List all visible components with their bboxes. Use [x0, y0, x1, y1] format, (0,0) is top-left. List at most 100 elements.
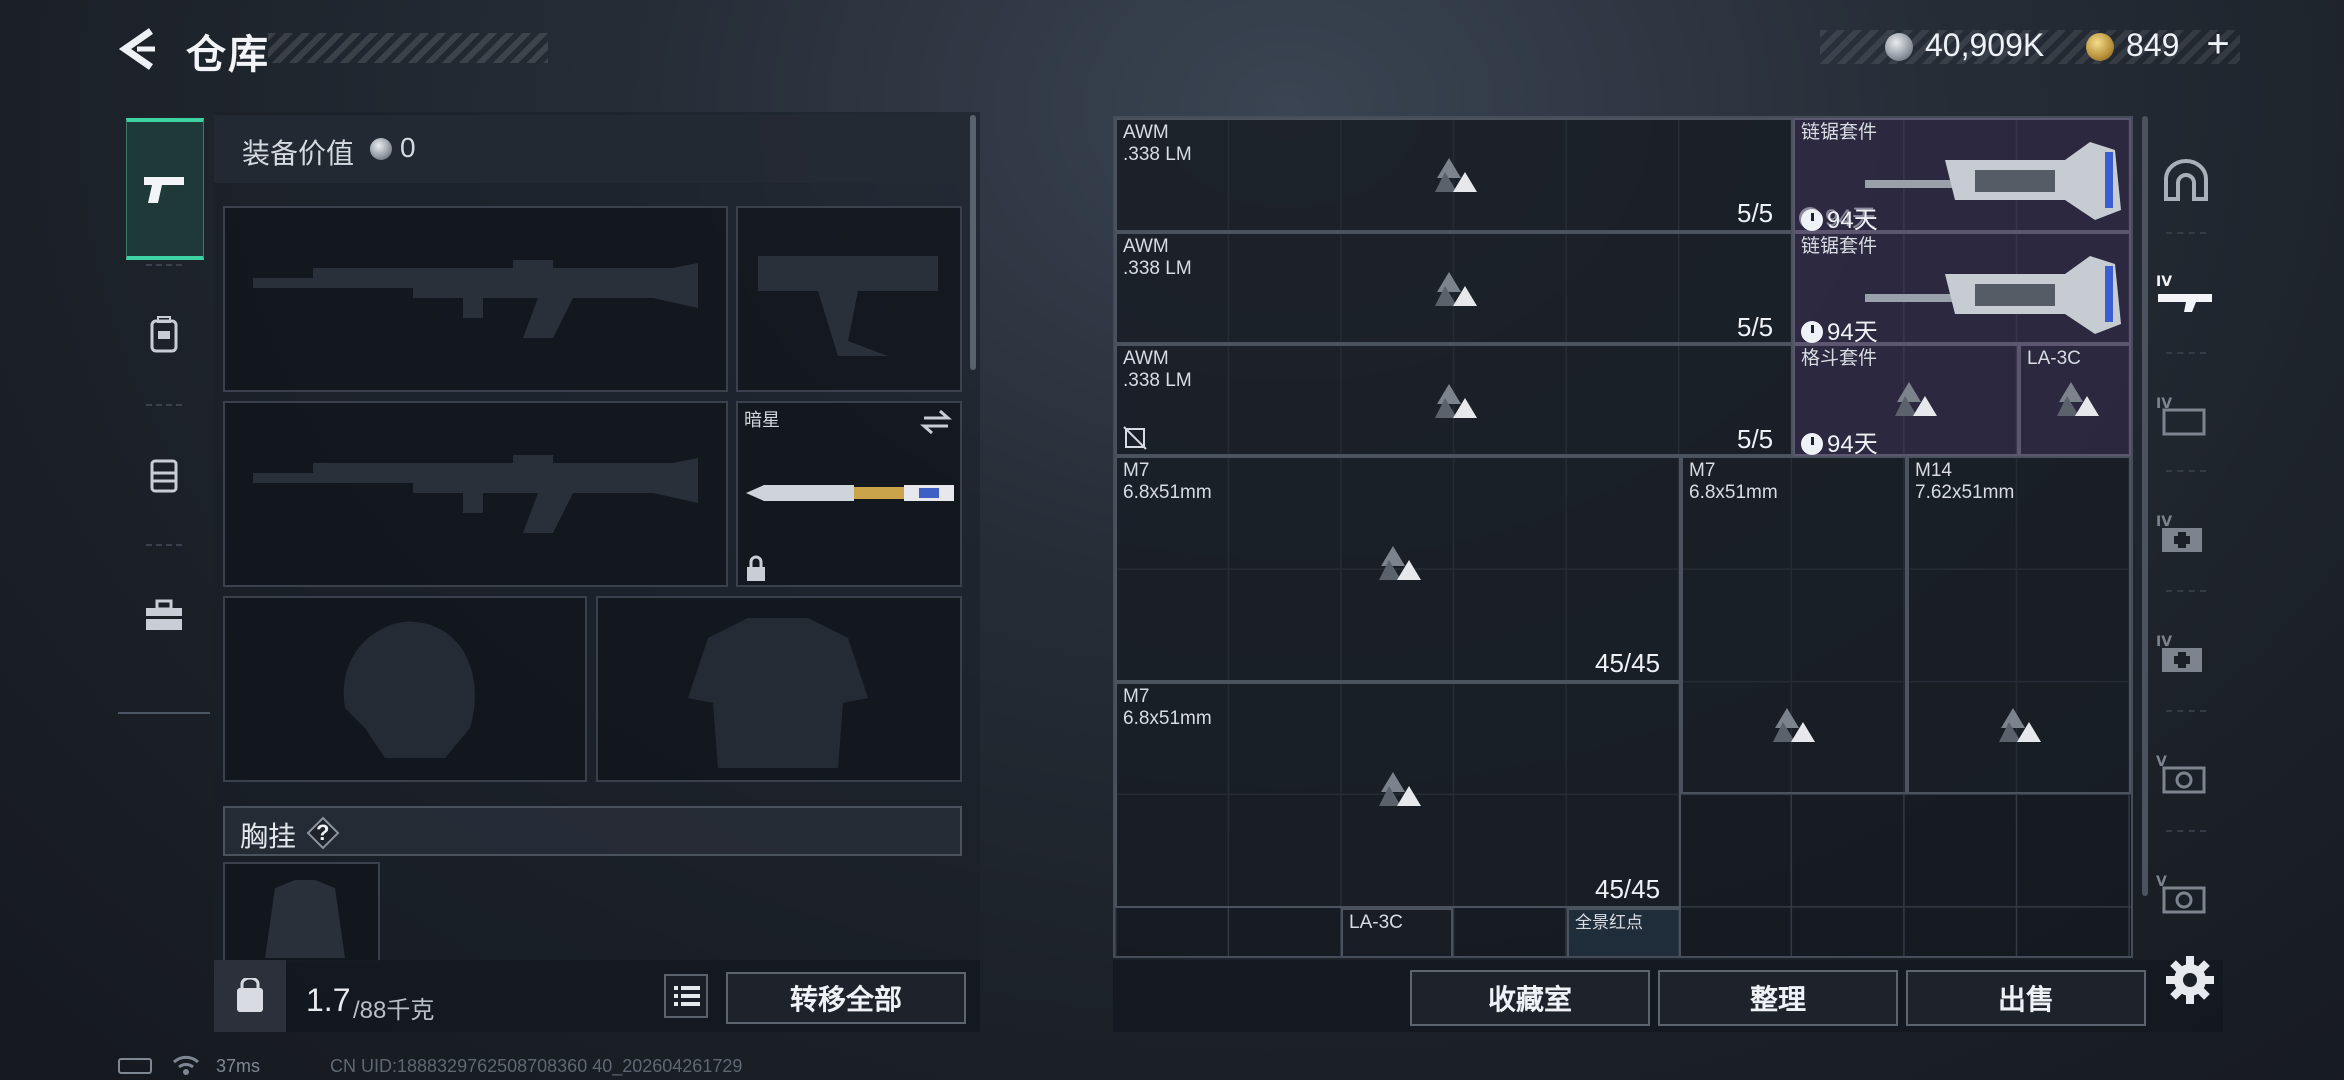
clock-icon	[1801, 433, 1823, 455]
grid-item-awm-ammo-3[interactable]: AWM .338 LM 5/5	[1115, 344, 1793, 456]
tab-valuables-storage[interactable]: V	[2150, 738, 2222, 810]
lock-icon	[744, 555, 768, 588]
chainsaw-kit-icon	[1865, 256, 2121, 334]
weight-max: /88千克	[353, 997, 435, 1024]
grid-item-m14-ammo[interactable]: M14 7.62x51mm	[1907, 456, 2131, 794]
grid-item-panoramic-sight[interactable]: 全景红点	[1567, 908, 1681, 956]
pistol-silhouette-icon	[758, 256, 938, 356]
back-button[interactable]	[115, 25, 163, 73]
backpack-icon	[150, 316, 178, 353]
tab-separator	[2166, 352, 2206, 354]
sidearm-slot[interactable]	[736, 206, 962, 392]
clock-icon	[1801, 321, 1823, 343]
grid-item-m7-ammo-1[interactable]: M7 6.8x51mm 45/45	[1115, 456, 1681, 682]
tab-vest[interactable]	[126, 408, 202, 542]
tab-medical-storage-2[interactable]: IV	[2150, 618, 2222, 690]
primary-weapon-slot-2[interactable]	[223, 401, 728, 587]
item-name: M7 6.8x51mm	[1123, 686, 1212, 729]
bag-weight-button[interactable]	[214, 960, 286, 1032]
rarity-icon	[1435, 158, 1477, 192]
item-expiry: 94天	[1801, 312, 1878, 347]
grid-item-awm-ammo-1[interactable]: AWM .338 LM 5/5	[1115, 118, 1793, 232]
svg-text:IV: IV	[2156, 634, 2172, 650]
swap-icon[interactable]	[920, 408, 952, 441]
grid-item-m7-ammo-2[interactable]: M7 6.8x51mm	[1681, 456, 1907, 794]
tab-separator	[146, 404, 182, 406]
transfer-all-button[interactable]: 转移全部	[726, 972, 966, 1024]
add-currency-button[interactable]: +	[2198, 22, 2238, 67]
wifi-icon	[173, 1055, 199, 1075]
tab-weapons[interactable]	[126, 118, 204, 260]
item-name: 格斗套件	[1801, 348, 1878, 369]
tab-backpack[interactable]	[126, 268, 202, 402]
tab-ammo-storage[interactable]: IV	[2150, 380, 2222, 452]
rarity-icon	[1773, 708, 1815, 742]
item-name: AWM .338 LM	[1123, 348, 1192, 391]
expiry-text: 94天	[1827, 319, 1878, 346]
equipment-value-label: 装备价值	[242, 138, 355, 169]
tab-case[interactable]	[126, 548, 202, 682]
body-armor-slot[interactable]	[596, 596, 962, 782]
grid-item-m7-ammo-3[interactable]: M7 6.8x51mm 45/45	[1115, 682, 1681, 908]
weight-bag-icon	[237, 978, 263, 1012]
item-name: M7 6.8x51mm	[1689, 460, 1778, 503]
svg-text:IV: IV	[2156, 274, 2172, 290]
rifle-silhouette-icon	[253, 260, 698, 338]
grid-item-melee-kit[interactable]: 格斗套件 94天	[1793, 344, 2019, 458]
help-mark: ?	[316, 820, 330, 845]
chest-rig-slot[interactable]	[223, 862, 380, 962]
vest-icon	[150, 459, 178, 493]
collection-room-button[interactable]: 收藏室	[1410, 970, 1650, 1026]
clock-icon	[1801, 209, 1823, 231]
armor-silhouette-icon	[688, 618, 868, 768]
rarity-icon	[2057, 382, 2099, 416]
grid-item-awm-ammo-2[interactable]: AWM .338 LM 5/5	[1115, 232, 1793, 344]
tab-all-items[interactable]	[2150, 145, 2222, 217]
item-count: 5/5	[1737, 198, 1774, 228]
no-insure-icon	[1123, 426, 1147, 450]
item-name: AWM .338 LM	[1123, 122, 1192, 165]
item-name: 全景红点	[1575, 913, 1643, 932]
tab-valuables-storage-2[interactable]: V	[2150, 858, 2222, 930]
warehouse-grid[interactable]: AWM .338 LM 5/5 AWM .338 LM 5/5 AWM .338…	[1113, 116, 2133, 958]
list-view-button[interactable]	[664, 974, 708, 1018]
equipment-scrollbar[interactable]	[970, 115, 976, 370]
back-arrow-icon	[118, 28, 155, 70]
silver-coin-icon	[1885, 33, 1913, 61]
rarity-icon	[1379, 546, 1421, 580]
tab-separator	[146, 264, 182, 266]
organize-button[interactable]: 整理	[1658, 970, 1898, 1026]
battery-icon	[118, 1058, 152, 1074]
grid-item-la3c[interactable]: LA-3C	[2019, 344, 2131, 456]
tab-separator	[2166, 232, 2206, 234]
rarity-icon	[1435, 272, 1477, 306]
expiry-text: 94天	[1827, 207, 1878, 234]
item-name: LA-3C	[2027, 348, 2081, 369]
tab-separator	[2166, 830, 2206, 832]
knife-icon	[746, 485, 954, 501]
chest-rig-label: 胸挂	[240, 821, 297, 852]
grid-item-la3c-2[interactable]: LA-3C	[1341, 908, 1453, 956]
item-count: 5/5	[1737, 424, 1774, 454]
gear-icon	[2166, 956, 2214, 1004]
chainsaw-kit-icon	[1865, 142, 2121, 220]
grid-item-chainsaw-kit-2[interactable]: 链锯套件 94天	[1793, 232, 2131, 347]
settings-button[interactable]	[2160, 950, 2220, 1010]
tab-medical-storage[interactable]: IV	[2150, 498, 2222, 570]
grid-item-chainsaw-kit-1[interactable]: 链锯套件 94天	[1793, 118, 2131, 234]
medkit-icon: IV	[2156, 634, 2202, 672]
camera-icon: V	[2156, 754, 2206, 794]
gold-coin-icon	[2086, 33, 2114, 61]
help-button[interactable]: ?	[306, 816, 340, 850]
tab-weapons-storage[interactable]: IV	[2150, 258, 2222, 330]
rarity-icon	[1435, 384, 1477, 418]
primary-weapon-slot-1[interactable]	[223, 206, 728, 392]
network-ping: 37ms	[216, 1056, 261, 1076]
sell-button[interactable]: 出售	[1906, 970, 2146, 1026]
helmet-slot[interactable]	[223, 596, 587, 782]
melee-name: 暗星	[744, 410, 780, 430]
grid-scrollbar[interactable]	[2142, 116, 2148, 896]
rarity-icon	[1895, 382, 1937, 416]
rarity-icon	[1379, 772, 1421, 806]
ammo-box-icon: IV	[2156, 396, 2206, 436]
